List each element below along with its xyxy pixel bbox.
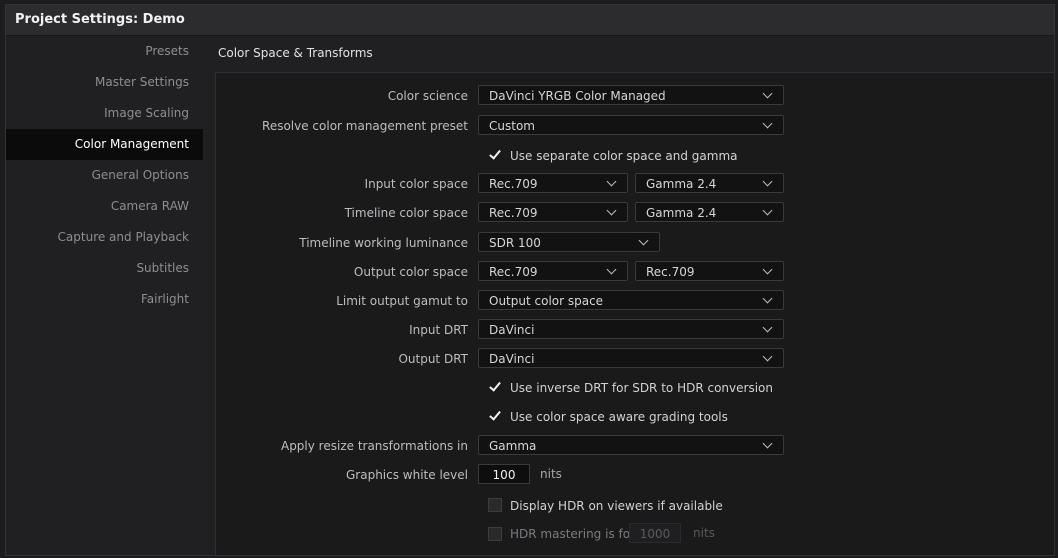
separate-gamma-checkbox[interactable] [488, 148, 502, 162]
chevron-down-icon [762, 322, 773, 333]
chevron-down-icon [762, 293, 773, 304]
sidebar-item-general-options[interactable]: General Options [6, 160, 203, 191]
preset-dropdown[interactable]: Custom [478, 115, 784, 135]
input-gamma-value: Gamma 2.4 [646, 177, 717, 191]
timeline-luminance-dropdown[interactable]: SDR 100 [478, 232, 660, 252]
output-drt-dropdown[interactable]: DaVinci [478, 348, 784, 368]
output-gamma-dropdown[interactable]: Rec.709 [635, 261, 784, 281]
sidebar-item-presets[interactable]: Presets [6, 36, 203, 67]
separate-gamma-label: Use separate color space and gamma [510, 149, 738, 163]
chevron-down-icon [638, 235, 649, 246]
output-drt-value: DaVinci [489, 352, 535, 366]
sidebar-item-camera-raw[interactable]: Camera RAW [6, 191, 203, 222]
hdr-mastering-unit: nits [693, 526, 715, 540]
timeline-gamma-value: Gamma 2.4 [646, 206, 717, 220]
preset-label: Resolve color management preset [262, 119, 468, 133]
row-hdr-mastering: HDR mastering is for 1000 nits [216, 523, 1054, 545]
chevron-down-icon [606, 176, 617, 187]
resize-transform-dropdown[interactable]: Gamma [478, 435, 784, 455]
preset-value: Custom [489, 119, 535, 133]
row-timeline-luminance: Timeline working luminance SDR 100 [216, 232, 1054, 254]
output-gamma-value: Rec.709 [646, 265, 695, 279]
row-preset: Resolve color management preset Custom [216, 115, 1054, 137]
row-aware-grading: Use color space aware grading tools [216, 406, 1054, 428]
sidebar-item-image-scaling[interactable]: Image Scaling [6, 98, 203, 129]
hdr-mastering-checkbox[interactable] [488, 527, 502, 541]
row-color-science: Color science DaVinci YRGB Color Managed [216, 85, 1054, 107]
row-graphics-white: Graphics white level 100 nits [216, 464, 1054, 486]
chevron-down-icon [762, 205, 773, 216]
sidebar-item-fairlight[interactable]: Fairlight [6, 284, 203, 315]
chevron-down-icon [762, 264, 773, 275]
resize-transform-label: Apply resize transformations in [280, 439, 468, 453]
sidebar-item-capture-playback[interactable]: Capture and Playback [6, 222, 203, 253]
hdr-mastering-input[interactable]: 1000 [629, 523, 681, 543]
timeline-luminance-value: SDR 100 [489, 236, 541, 250]
row-limit-gamut: Limit output gamut to Output color space [216, 290, 1054, 312]
chevron-down-icon [762, 176, 773, 187]
timeline-luminance-label: Timeline working luminance [299, 236, 468, 250]
output-color-space-value: Rec.709 [489, 265, 538, 279]
output-drt-label: Output DRT [398, 352, 468, 366]
sidebar-item-master-settings[interactable]: Master Settings [6, 67, 203, 98]
color-science-label: Color science [387, 89, 468, 103]
output-color-space-dropdown[interactable]: Rec.709 [478, 261, 628, 281]
section-title: Color Space & Transforms [218, 46, 373, 60]
resize-transform-value: Gamma [489, 439, 537, 453]
aware-grading-checkbox[interactable] [488, 409, 502, 423]
row-input-color-space: Input color space Rec.709 Gamma 2.4 [216, 173, 1054, 195]
input-drt-value: DaVinci [489, 323, 535, 337]
timeline-color-space-value: Rec.709 [489, 206, 538, 220]
inverse-drt-label: Use inverse DRT for SDR to HDR conversio… [510, 381, 773, 395]
row-input-drt: Input DRT DaVinci [216, 319, 1054, 341]
row-display-hdr: Display HDR on viewers if available [216, 495, 1054, 517]
color-science-dropdown[interactable]: DaVinci YRGB Color Managed [478, 85, 784, 105]
graphics-white-input[interactable]: 100 [478, 464, 530, 484]
limit-gamut-dropdown[interactable]: Output color space [478, 290, 784, 310]
row-separate-gamma: Use separate color space and gamma [216, 145, 1054, 167]
limit-gamut-label: Limit output gamut to [336, 294, 468, 308]
display-hdr-label: Display HDR on viewers if available [510, 499, 723, 513]
aware-grading-label: Use color space aware grading tools [510, 410, 728, 424]
hdr-mastering-label: HDR mastering is for [510, 527, 636, 541]
graphics-white-label: Graphics white level [346, 468, 468, 482]
row-output-drt: Output DRT DaVinci [216, 348, 1054, 370]
input-drt-dropdown[interactable]: DaVinci [478, 319, 784, 339]
input-color-space-value: Rec.709 [489, 177, 538, 191]
output-color-space-label: Output color space [353, 265, 468, 279]
input-color-space-dropdown[interactable]: Rec.709 [478, 173, 628, 193]
timeline-gamma-dropdown[interactable]: Gamma 2.4 [635, 202, 784, 222]
row-inverse-drt: Use inverse DRT for SDR to HDR conversio… [216, 377, 1054, 399]
chevron-down-icon [762, 438, 773, 449]
chevron-down-icon [762, 88, 773, 99]
window-title: Project Settings: Demo [6, 5, 1054, 36]
input-color-space-label: Input color space [364, 177, 468, 191]
settings-content: Color Space & Transforms Color science D… [208, 36, 1055, 555]
chevron-down-icon [606, 205, 617, 216]
input-drt-label: Input DRT [409, 323, 468, 337]
input-gamma-dropdown[interactable]: Gamma 2.4 [635, 173, 784, 193]
sidebar-item-color-management[interactable]: Color Management [6, 129, 203, 160]
timeline-color-space-dropdown[interactable]: Rec.709 [478, 202, 628, 222]
color-science-value: DaVinci YRGB Color Managed [489, 89, 666, 103]
row-output-color-space: Output color space Rec.709 Rec.709 [216, 261, 1054, 283]
timeline-color-space-label: Timeline color space [344, 206, 468, 220]
limit-gamut-value: Output color space [489, 294, 604, 308]
graphics-white-unit: nits [540, 467, 562, 481]
chevron-down-icon [606, 264, 617, 275]
chevron-down-icon [762, 351, 773, 362]
color-management-panel: Color science DaVinci YRGB Color Managed… [215, 72, 1055, 555]
row-resize-transform: Apply resize transformations in Gamma [216, 435, 1054, 457]
project-settings-window: Project Settings: Demo Presets Master Se… [5, 4, 1055, 556]
sidebar-item-subtitles[interactable]: Subtitles [6, 253, 203, 284]
chevron-down-icon [762, 118, 773, 129]
settings-sidebar: Presets Master Settings Image Scaling Co… [6, 36, 203, 555]
row-timeline-color-space: Timeline color space Rec.709 Gamma 2.4 [216, 202, 1054, 224]
display-hdr-checkbox[interactable] [488, 498, 502, 512]
inverse-drt-checkbox[interactable] [488, 380, 502, 394]
